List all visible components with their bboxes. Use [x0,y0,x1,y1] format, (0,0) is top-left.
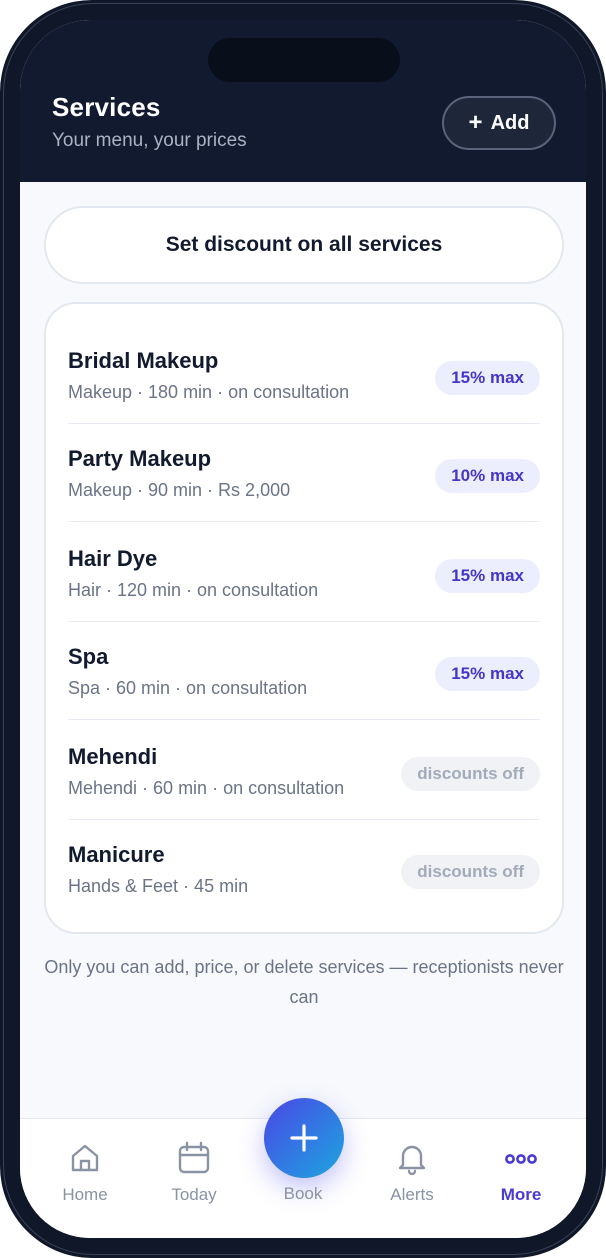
tab-book-label: Book [283,1184,323,1203]
services-list: Bridal Makeup Makeup · 180 min · on cons… [44,302,564,934]
phone-frame: Services Your menu, your prices + Add Se… [0,0,606,1258]
service-meta: Hands & Feet · 45 min [68,876,249,896]
list-item[interactable]: Party Makeup Makeup · 90 min · Rs 2,000 … [68,424,540,522]
service-name: Party Makeup [68,446,212,471]
plus-icon [290,1124,318,1152]
service-meta: Spa · 60 min · on consultation [68,678,308,698]
tab-alerts[interactable]: Alerts [362,1141,462,1211]
service-meta: Hair · 120 min · on consultation [68,580,319,600]
book-button[interactable] [264,1098,344,1178]
list-item[interactable]: Bridal Makeup Makeup · 180 min · on cons… [68,326,540,424]
add-service-button[interactable]: + Add [442,96,556,150]
service-name: Bridal Makeup [68,348,219,373]
more-dots-icon [505,1154,537,1164]
service-meta: Mehendi · 60 min · on consultation [68,778,345,798]
discount-badge: 10% max [435,459,540,493]
discount-badge: discounts off [401,757,540,791]
set-discount-button[interactable]: Set discount on all services [44,206,564,284]
plus-icon: + [468,109,483,136]
app-screen: Services Your menu, your prices + Add Se… [20,20,586,1238]
service-meta: Makeup · 90 min · Rs 2,000 [68,480,291,500]
tab-home[interactable]: Home [35,1141,135,1211]
discount-badge: 15% max [435,559,540,593]
tab-label: Today [171,1185,217,1204]
tab-more[interactable]: More [471,1141,571,1211]
service-name: Spa [68,644,109,669]
tab-label: Alerts [390,1185,434,1204]
list-item[interactable]: Manicure Hands & Feet · 45 min discounts… [68,820,540,918]
camera-notch [208,38,400,82]
service-name: Mehendi [68,744,158,769]
page-title: Services [52,92,161,122]
list-item[interactable]: Mehendi Mehendi · 60 min · on consultati… [68,722,540,820]
tab-label: More [500,1185,542,1204]
divider [68,719,540,720]
tab-label: Home [62,1185,108,1204]
divider [68,521,540,522]
calendar-icon [178,1141,210,1174]
page-subtitle: Your menu, your prices [52,130,247,151]
tab-today[interactable]: Today [144,1141,244,1211]
discount-badge: 15% max [435,657,540,691]
discount-badge: discounts off [401,855,540,889]
discount-badge: 15% max [435,361,540,395]
service-name: Manicure [68,842,165,867]
permissions-note: Only you can add, price, or delete servi… [44,957,564,1007]
bell-icon [398,1145,426,1175]
home-icon [71,1144,99,1172]
list-item[interactable]: Spa Spa · 60 min · on consultation 15% m… [68,622,540,720]
service-name: Hair Dye [68,546,158,571]
list-item[interactable]: Hair Dye Hair · 120 min · on consultatio… [68,524,540,622]
service-meta: Makeup · 180 min · on consultation [68,382,350,402]
add-button-label: Add [490,111,530,134]
